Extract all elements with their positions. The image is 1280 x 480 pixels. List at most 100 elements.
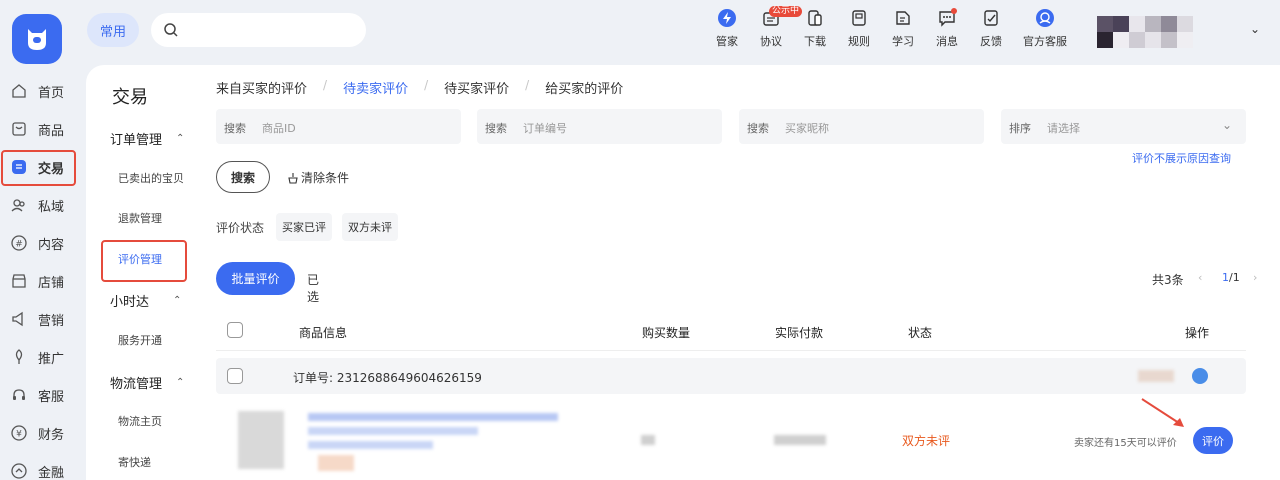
batch-review-button[interactable]: 批量评价 bbox=[216, 262, 295, 295]
tool-xuexi[interactable]: 学习 bbox=[881, 8, 925, 49]
tab-from-buyer[interactable]: 来自买家的评价 bbox=[216, 78, 307, 97]
headset-icon bbox=[10, 386, 28, 404]
feedback-icon bbox=[984, 10, 998, 26]
product-tag bbox=[318, 455, 354, 471]
rules-icon bbox=[852, 10, 866, 26]
select-all-checkbox[interactable] bbox=[227, 322, 243, 338]
goods-icon bbox=[10, 120, 28, 138]
sidebar-item-label: 金融 bbox=[38, 465, 65, 480]
table-header: 商品信息 购买数量 实际付款 状态 操作 bbox=[216, 309, 1246, 351]
sidebar-item-marketing[interactable]: 营销 bbox=[0, 300, 86, 338]
tab-separator: / bbox=[323, 78, 328, 92]
tool-label: 协议 bbox=[760, 35, 782, 48]
private-icon bbox=[10, 196, 28, 214]
sort-select[interactable]: 排序 请选择 ⌄ bbox=[1001, 109, 1246, 144]
subnav-group-orders[interactable]: 订单管理 ⌃ bbox=[110, 129, 184, 148]
pager-next-button[interactable]: › bbox=[1253, 271, 1257, 284]
broom-icon bbox=[288, 172, 298, 184]
subnav-item-sold[interactable]: 已卖出的宝贝 bbox=[118, 170, 184, 186]
search-icon bbox=[164, 23, 178, 37]
subnav-item-send-express[interactable]: 寄快递 bbox=[118, 454, 151, 470]
sidebar-item-service[interactable]: 客服 bbox=[0, 376, 86, 414]
service-icon bbox=[1036, 9, 1054, 27]
pager-current: 1 bbox=[1222, 271, 1229, 284]
chat-icon[interactable] bbox=[1192, 368, 1208, 384]
svg-text:¥: ¥ bbox=[16, 430, 22, 440]
group-label: 小时达 bbox=[110, 295, 150, 310]
status-chip-both-unreviewed[interactable]: 双方未评 bbox=[342, 213, 398, 241]
order-number-field[interactable]: 搜索 订单编号 bbox=[477, 109, 722, 144]
review-hidden-reason-link[interactable]: 评价不展示原因查询 bbox=[1132, 150, 1231, 166]
subnav-group-logistics[interactable]: 物流管理 ⌃ bbox=[110, 373, 184, 392]
review-status: 双方未评 bbox=[902, 434, 951, 448]
pager-indicator: 1/1 bbox=[1222, 271, 1240, 284]
sidebar-item-label: 店铺 bbox=[38, 275, 65, 291]
sidebar-item-home[interactable]: 首页 bbox=[0, 72, 86, 110]
selected-count-label: 已选 bbox=[307, 273, 320, 304]
sidebar-item-goods[interactable]: 商品 bbox=[0, 110, 86, 148]
shop-icon bbox=[10, 272, 28, 290]
tool-xiazai[interactable]: 下载 bbox=[793, 8, 837, 49]
buyer-nickname-field[interactable]: 搜索 买家昵称 bbox=[739, 109, 984, 144]
subnav-item-logistics-home[interactable]: 物流主页 bbox=[118, 413, 162, 429]
search-button[interactable]: 搜索 bbox=[216, 161, 270, 193]
order-row: 订单号: 2312688649604626159 bbox=[216, 358, 1246, 394]
home-icon bbox=[10, 82, 28, 100]
tool-xiaoxi[interactable]: 消息 bbox=[925, 8, 969, 49]
sidebar-item-finance[interactable]: ¥ 财务 bbox=[0, 414, 86, 452]
sidebar-item-label: 首页 bbox=[38, 85, 65, 101]
subnav-group-hourly[interactable]: 小时达 ⌃ bbox=[110, 291, 181, 310]
tab-separator: / bbox=[525, 78, 530, 92]
tool-fankui[interactable]: 反馈 bbox=[969, 8, 1013, 49]
status-chip-buyer-reviewed[interactable]: 买家已评 bbox=[276, 213, 332, 241]
annotation-highlight-trade bbox=[1, 150, 76, 186]
sidebar-item-private[interactable]: 私域 bbox=[0, 186, 86, 224]
clear-conditions-button[interactable]: 清除条件 bbox=[287, 169, 349, 186]
loan-icon bbox=[10, 462, 28, 480]
tool-guanjia[interactable]: 管家 bbox=[705, 8, 749, 49]
sidebar-item-content[interactable]: # 内容 bbox=[0, 224, 86, 262]
col-paid: 实际付款 bbox=[775, 326, 824, 340]
sidebar-item-label: 私域 bbox=[38, 199, 65, 215]
quick-access-tag[interactable]: 常用 bbox=[87, 13, 139, 47]
tab-to-buyer[interactable]: 给买家的评价 bbox=[545, 78, 623, 97]
account-avatar[interactable] bbox=[1097, 16, 1195, 48]
promote-icon bbox=[10, 348, 28, 366]
tool-label: 反馈 bbox=[980, 35, 1002, 48]
global-search-input[interactable] bbox=[151, 13, 366, 47]
col-status: 状态 bbox=[908, 326, 933, 340]
tool-xieyi[interactable]: 公示中 协议 bbox=[749, 6, 803, 49]
account-chevron-down-icon[interactable]: ⌄ bbox=[1250, 22, 1260, 36]
svg-text:#: # bbox=[15, 240, 23, 250]
sidebar-item-label: 商品 bbox=[38, 123, 65, 139]
content-icon: # bbox=[10, 234, 28, 252]
tool-kefu[interactable]: 官方客服 bbox=[1013, 8, 1077, 49]
sidebar-item-label: 财务 bbox=[38, 427, 65, 443]
app-logo[interactable] bbox=[12, 14, 62, 64]
review-tabs: 来自买家的评价 / 待卖家评价 / 待买家评价 / 给买家的评价 bbox=[216, 78, 623, 97]
tool-label: 规则 bbox=[848, 35, 870, 48]
sidebar-item-shop[interactable]: 店铺 bbox=[0, 262, 86, 300]
product-title[interactable] bbox=[308, 413, 558, 421]
field-label: 排序 bbox=[1009, 122, 1031, 135]
sidebar-item-loan[interactable]: 金融 bbox=[0, 452, 86, 480]
product-thumbnail[interactable] bbox=[238, 411, 284, 469]
sidebar-item-promote[interactable]: 推广 bbox=[0, 338, 86, 376]
tab-pending-seller[interactable]: 待卖家评价 bbox=[343, 78, 408, 97]
pager-prev-button[interactable]: ‹ bbox=[1198, 271, 1202, 284]
group-label: 物流管理 bbox=[110, 377, 163, 392]
subnav-item-refund[interactable]: 退款管理 bbox=[118, 210, 162, 226]
tab-pending-buyer[interactable]: 待买家评价 bbox=[444, 78, 509, 97]
sidebar-item-label: 内容 bbox=[38, 237, 65, 253]
order-checkbox[interactable] bbox=[227, 368, 243, 384]
product-id-field[interactable]: 搜索 商品ID bbox=[216, 109, 461, 144]
tool-guize[interactable]: 规则 bbox=[837, 8, 881, 49]
group-label: 订单管理 bbox=[110, 133, 163, 148]
review-status-label: 评价状态 bbox=[216, 221, 265, 235]
col-quantity: 购买数量 bbox=[642, 326, 691, 340]
subnav-item-activate[interactable]: 服务开通 bbox=[118, 332, 162, 348]
field-placeholder: 订单编号 bbox=[523, 122, 567, 135]
review-button[interactable]: 评价 bbox=[1193, 427, 1233, 454]
sidebar-item-label: 营销 bbox=[38, 313, 65, 329]
section-title: 交易 bbox=[112, 87, 148, 108]
